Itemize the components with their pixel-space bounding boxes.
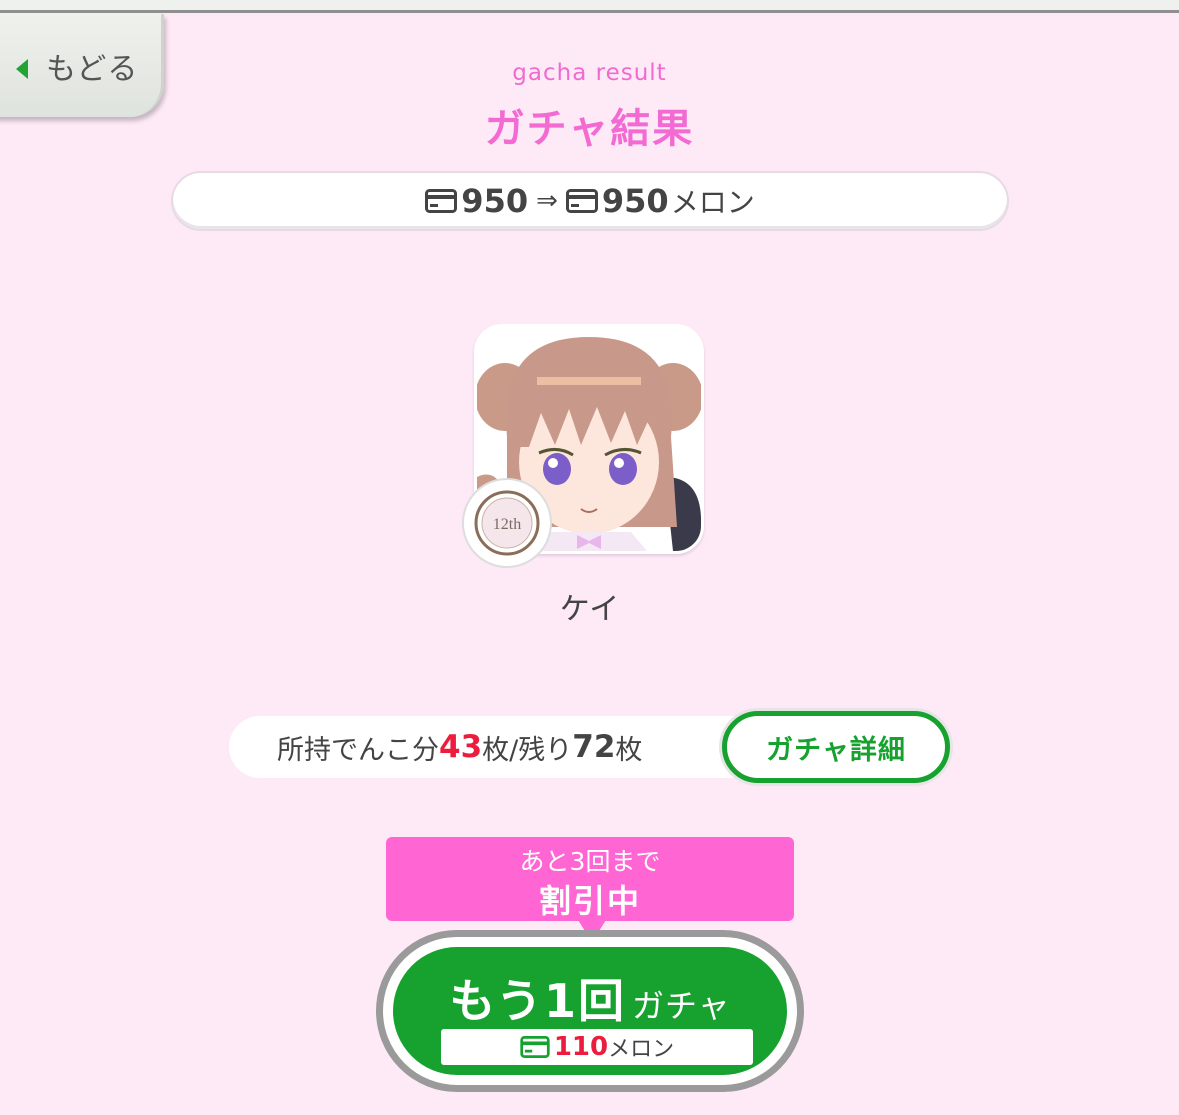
- melon-card-icon: [520, 1036, 550, 1058]
- melon-card-icon: [565, 189, 598, 213]
- top-border: [0, 0, 1179, 13]
- anniversary-badge-icon: 12th: [474, 490, 540, 556]
- page-title: ガチャ結果: [484, 106, 695, 152]
- melon-balance-bar: 950 ⇒ 950 メロン: [171, 171, 1009, 231]
- character-name: ケイ: [559, 592, 620, 627]
- collection-count: 所持でんこ分 43 枚/残り 72 枚: [229, 716, 769, 778]
- balance-arrow: ⇒: [536, 186, 558, 216]
- discount-line1: あと3回まで: [519, 847, 661, 876]
- melon-card-icon: [425, 189, 458, 213]
- gacha-again-title: もう1回 ガチャ: [393, 965, 787, 1031]
- discount-banner: あと3回まで 割引中: [386, 837, 794, 921]
- balance-unit: メロン: [670, 186, 755, 219]
- gacha-again-button[interactable]: もう1回 ガチャ 110 メロン: [376, 930, 804, 1092]
- balance-after: 950: [601, 182, 669, 220]
- anniversary-badge: 12th: [462, 478, 552, 568]
- count-prefix: 所持でんこ分: [277, 734, 439, 766]
- gacha-again-small: ガチャ: [631, 987, 731, 1025]
- gacha-again-inner: もう1回 ガチャ 110 メロン: [393, 947, 787, 1075]
- owned-count: 43: [439, 729, 483, 765]
- price-unit: メロン: [608, 1037, 675, 1062]
- count-mid: 枚/残り: [482, 734, 573, 766]
- badge-text: 12th: [493, 516, 521, 533]
- balance-before: 950: [461, 182, 529, 220]
- count-suffix: 枚: [615, 734, 643, 766]
- gacha-again-big: もう1回: [449, 974, 626, 1028]
- gacha-again-price: 110 メロン: [441, 1029, 753, 1065]
- discount-line2: 割引中: [538, 882, 641, 920]
- remaining-count: 72: [572, 729, 616, 765]
- gacha-detail-button[interactable]: ガチャ詳細: [722, 711, 950, 783]
- page-subtitle: gacha result: [512, 60, 667, 86]
- price-value: 110: [553, 1032, 609, 1062]
